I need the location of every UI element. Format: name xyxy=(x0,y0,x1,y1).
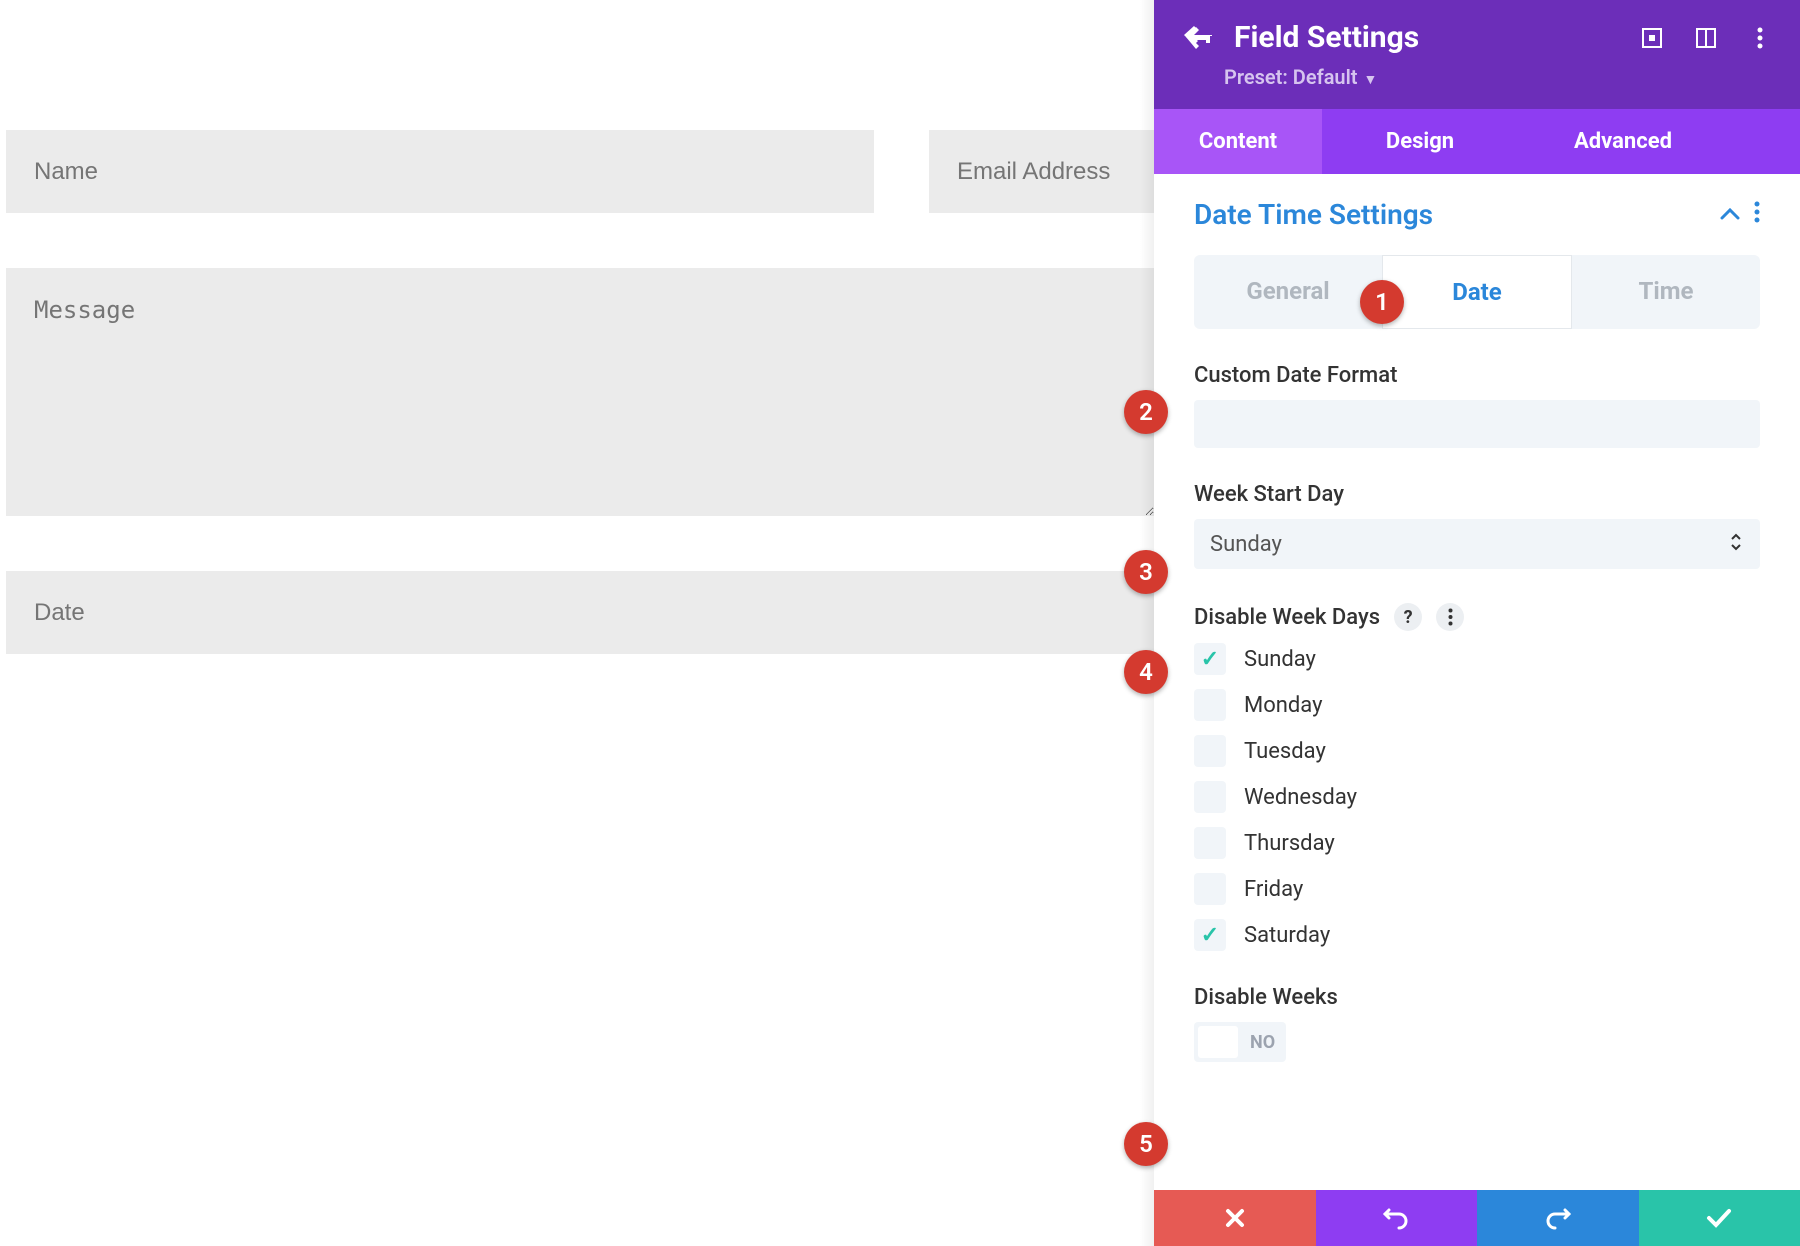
email-field[interactable] xyxy=(929,130,1154,213)
day-checkbox[interactable] xyxy=(1194,827,1226,859)
annotation-3: 3 xyxy=(1124,550,1168,594)
section-more-icon[interactable] xyxy=(1754,201,1760,229)
chevron-up-icon[interactable] xyxy=(1720,205,1740,224)
day-label: Wednesday xyxy=(1244,785,1357,810)
annotation-1: 1 xyxy=(1360,280,1404,324)
day-row: Tuesday xyxy=(1194,735,1760,767)
subtab-date[interactable]: Date xyxy=(1382,255,1572,329)
preset-selector[interactable]: Preset: Default ▼ xyxy=(1154,61,1800,109)
day-row: Monday xyxy=(1194,689,1760,721)
day-row: Thursday xyxy=(1194,827,1760,859)
panel-body: Date Time Settings General Date Time Cus… xyxy=(1154,174,1800,1190)
subtabs: General Date Time xyxy=(1194,255,1760,329)
annotation-2: 2 xyxy=(1124,390,1168,434)
day-label: Sunday xyxy=(1244,647,1316,672)
subtab-time[interactable]: Time xyxy=(1572,255,1760,329)
preset-label: Preset: Default xyxy=(1224,65,1358,89)
disable-week-days-block: Disable Week Days ? Sunday Monday Tuesday W… xyxy=(1194,603,1760,951)
cancel-button[interactable] xyxy=(1154,1190,1316,1246)
save-button[interactable] xyxy=(1639,1190,1800,1246)
day-row: Saturday xyxy=(1194,919,1760,951)
section-head: Date Time Settings xyxy=(1194,198,1760,231)
expand-icon[interactable] xyxy=(1640,26,1664,50)
annotation-4: 4 xyxy=(1124,650,1168,694)
disable-weeks-label: Disable Weeks xyxy=(1194,985,1760,1010)
day-row: Sunday xyxy=(1194,643,1760,675)
disable-weeks-toggle[interactable]: NO xyxy=(1194,1022,1286,1062)
panel-footer xyxy=(1154,1190,1800,1246)
day-row: Friday xyxy=(1194,873,1760,905)
tab-advanced[interactable]: Advanced xyxy=(1518,109,1728,174)
subtab-general[interactable]: General xyxy=(1194,255,1382,329)
day-label: Saturday xyxy=(1244,923,1330,948)
form-preview xyxy=(0,0,1154,1246)
day-label: Tuesday xyxy=(1244,739,1326,764)
day-checkbox[interactable] xyxy=(1194,735,1226,767)
day-checkbox[interactable] xyxy=(1194,919,1226,951)
week-start-day-label: Week Start Day xyxy=(1194,482,1760,507)
toggle-text: NO xyxy=(1250,1032,1275,1053)
settings-panel: Field Settings Preset: Default ▼ xyxy=(1154,0,1800,1246)
week-start-day-block: Week Start Day Sunday xyxy=(1194,482,1760,569)
redo-button[interactable] xyxy=(1477,1190,1639,1246)
disable-weeks-block: Disable Weeks NO xyxy=(1194,985,1760,1062)
field-more-icon[interactable] xyxy=(1436,603,1464,631)
custom-date-format-input[interactable] xyxy=(1194,400,1760,448)
back-icon[interactable] xyxy=(1182,21,1216,55)
tab-design[interactable]: Design xyxy=(1322,109,1518,174)
day-label: Thursday xyxy=(1244,831,1335,856)
custom-date-format-block: Custom Date Format xyxy=(1194,363,1760,448)
section-title[interactable]: Date Time Settings xyxy=(1194,198,1433,231)
tab-bar: Content Design Advanced xyxy=(1154,109,1800,174)
week-start-day-select[interactable]: Sunday xyxy=(1194,519,1760,569)
more-icon[interactable] xyxy=(1748,26,1772,50)
toggle-knob xyxy=(1198,1026,1238,1058)
week-start-day-value: Sunday xyxy=(1210,532,1282,557)
day-checkbox[interactable] xyxy=(1194,689,1226,721)
day-checkbox[interactable] xyxy=(1194,781,1226,813)
panel-header: Field Settings Preset: Default ▼ xyxy=(1154,0,1800,109)
panel-title: Field Settings xyxy=(1234,20,1640,55)
name-field[interactable] xyxy=(6,130,874,213)
undo-button[interactable] xyxy=(1316,1190,1478,1246)
day-checkbox[interactable] xyxy=(1194,643,1226,675)
day-checkbox[interactable] xyxy=(1194,873,1226,905)
columns-icon[interactable] xyxy=(1694,26,1718,50)
day-label: Friday xyxy=(1244,877,1303,902)
help-icon[interactable]: ? xyxy=(1394,603,1422,631)
message-field[interactable] xyxy=(6,268,1154,516)
day-label: Monday xyxy=(1244,693,1323,718)
tab-content[interactable]: Content xyxy=(1154,109,1322,174)
select-caret-icon xyxy=(1730,532,1742,556)
disable-week-days-label: Disable Week Days xyxy=(1194,605,1380,630)
day-row: Wednesday xyxy=(1194,781,1760,813)
annotation-5: 5 xyxy=(1124,1122,1168,1166)
custom-date-format-label: Custom Date Format xyxy=(1194,363,1760,388)
panel-shadow xyxy=(1140,0,1154,1246)
caret-down-icon: ▼ xyxy=(1364,72,1378,88)
date-field[interactable] xyxy=(6,571,1154,654)
